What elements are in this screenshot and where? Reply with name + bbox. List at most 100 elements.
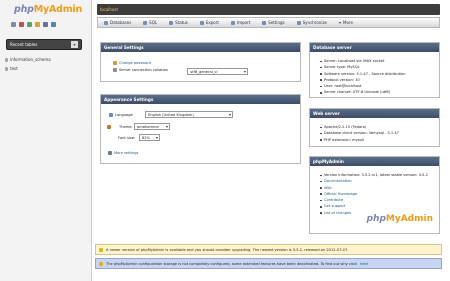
logo-my: My xyxy=(33,4,50,15)
gear-icon xyxy=(262,20,267,25)
docs-icon[interactable] xyxy=(35,22,40,27)
config-here-link[interactable]: here xyxy=(360,262,368,266)
tab-databases[interactable]: Databases xyxy=(98,18,137,27)
warning-icon xyxy=(99,261,103,266)
more-settings-link[interactable]: More settings xyxy=(114,151,138,155)
globe-icon xyxy=(109,113,113,117)
panel-title: Database server xyxy=(310,43,439,52)
panel-title: phpMyAdmin xyxy=(310,157,439,166)
brush-icon xyxy=(107,125,111,129)
database-server-panel: Database server Server: Localhost via UN… xyxy=(309,42,440,98)
tab-sql[interactable]: SQL xyxy=(137,18,163,27)
collation-value: utf8_general_ci xyxy=(190,70,218,74)
database-icon xyxy=(5,57,8,62)
tab-label: Settings xyxy=(268,20,285,25)
list-item: Server charset: UTF-8 Unicode (utf8) xyxy=(319,89,439,95)
tab-synchronize[interactable]: Synchronize xyxy=(291,18,333,27)
tab-label: Export xyxy=(205,20,219,25)
web-server-panel: Web server Apache/2.2.15 (Fedora) Databa… xyxy=(309,108,440,147)
tab-label: SQL xyxy=(149,20,158,25)
database-icon xyxy=(104,20,108,25)
main-tabs: Databases SQL Status Export Import Setti… xyxy=(97,17,440,28)
recent-tables-label: Recent tables xyxy=(10,42,38,47)
chevron-down-icon: ▾ xyxy=(339,20,342,25)
logo-admin: Admin xyxy=(49,4,83,15)
sql-docs-icon[interactable] xyxy=(43,22,48,27)
appearance-settings-panel: Appearance Settings Language English (Un… xyxy=(100,94,301,164)
collation-icon xyxy=(113,68,117,72)
config-notice-text: The phpMyAdmin configuration storage is … xyxy=(106,261,357,266)
home-icon[interactable] xyxy=(11,22,16,27)
logout-icon[interactable] xyxy=(19,22,24,27)
status-icon xyxy=(169,20,174,25)
change-password-link[interactable]: Change password xyxy=(119,61,151,65)
nav-icon-row xyxy=(11,22,56,27)
panel-title: Web server xyxy=(310,109,439,118)
query-window-icon[interactable] xyxy=(27,22,32,27)
tab-status[interactable]: Status xyxy=(163,18,194,27)
config-notice: The phpMyAdmin configuration storage is … xyxy=(95,258,442,269)
theme-row: Theme: xyxy=(107,125,133,129)
theme-value: pmahomme xyxy=(137,125,159,129)
server-breadcrumb: localhost xyxy=(97,4,440,15)
recent-tables-select[interactable]: Recent tables ▾ xyxy=(6,39,82,50)
database-icon xyxy=(5,66,8,71)
logo-my: My xyxy=(385,214,401,224)
panel-title: Appearance Settings xyxy=(101,95,300,104)
database-tree: information_schema test xyxy=(5,55,51,73)
tab-more[interactable]: ▾ More xyxy=(333,18,359,27)
phpmyadmin-info-panel: phpMyAdmin Version information: 3.5.2-rc… xyxy=(309,156,440,234)
collation-select[interactable]: utf8_general_ci xyxy=(187,68,248,75)
list-item[interactable]: test xyxy=(5,64,51,73)
logo-php: php xyxy=(366,214,386,224)
logo-php: php xyxy=(14,4,34,15)
sync-icon xyxy=(296,20,301,25)
key-icon xyxy=(113,61,117,65)
import-icon xyxy=(230,20,235,25)
font-size-select[interactable]: 82% xyxy=(139,134,160,141)
tab-label: Status xyxy=(175,20,188,25)
gear-icon xyxy=(108,151,112,155)
collation-row: Server connection collation xyxy=(113,68,168,72)
update-notice: A newer version of phpMyAdmin is availab… xyxy=(95,244,442,255)
general-settings-panel: General Settings Change password Server … xyxy=(100,42,301,82)
language-value: English (United Kingdom) xyxy=(148,113,194,117)
phpmyadmin-logo[interactable]: phpMyAdmin xyxy=(14,4,82,15)
database-server-list: Server: Localhost via UNIX socket Server… xyxy=(310,52,439,96)
language-select[interactable]: English (United Kingdom) xyxy=(145,111,233,118)
tab-settings[interactable]: Settings xyxy=(256,18,290,27)
database-name: information_schema xyxy=(10,57,51,62)
logo-admin: Admin xyxy=(400,214,433,224)
tab-import[interactable]: Import xyxy=(225,18,256,27)
database-name: test xyxy=(10,66,18,71)
more-settings-row: More settings xyxy=(108,151,138,155)
theme-select[interactable]: pmahomme xyxy=(134,123,170,130)
tab-label: Synchronize xyxy=(302,20,328,25)
theme-label: Theme: xyxy=(119,125,133,129)
list-item[interactable]: information_schema xyxy=(5,55,51,64)
server-link[interactable]: localhost xyxy=(100,7,118,12)
navigation-panel: phpMyAdmin Recent tables ▾ information_s… xyxy=(0,0,92,281)
panel-title: General Settings xyxy=(101,43,300,52)
font-size-value: 82% xyxy=(142,136,150,140)
tab-label: Databases xyxy=(110,20,132,25)
language-label: Language xyxy=(115,113,133,117)
collation-label: Server connection collation xyxy=(119,68,169,72)
tab-label: Import xyxy=(236,20,251,25)
tab-export[interactable]: Export xyxy=(194,18,225,27)
language-row: Language xyxy=(109,113,133,117)
sql-icon xyxy=(143,20,148,25)
list-item: PHP extension: mysqli xyxy=(319,137,439,143)
tab-label: More xyxy=(343,20,353,25)
font-size-label: Font size: xyxy=(118,136,136,140)
warning-icon xyxy=(99,247,103,252)
font-size-row: Font size: xyxy=(118,136,135,140)
phpmyadmin-logo: phpMyAdmin xyxy=(367,214,433,224)
export-icon xyxy=(199,20,204,25)
reload-icon[interactable] xyxy=(51,22,56,27)
pma-info-list: Version information: 3.5.2-rc1, latest s… xyxy=(310,166,435,216)
change-password-row: Change password xyxy=(113,61,151,65)
update-notice-text: A newer version of phpMyAdmin is availab… xyxy=(106,247,349,252)
web-server-list: Apache/2.2.15 (Fedora) Database client v… xyxy=(310,118,439,143)
chevron-down-icon: ▾ xyxy=(71,41,78,48)
